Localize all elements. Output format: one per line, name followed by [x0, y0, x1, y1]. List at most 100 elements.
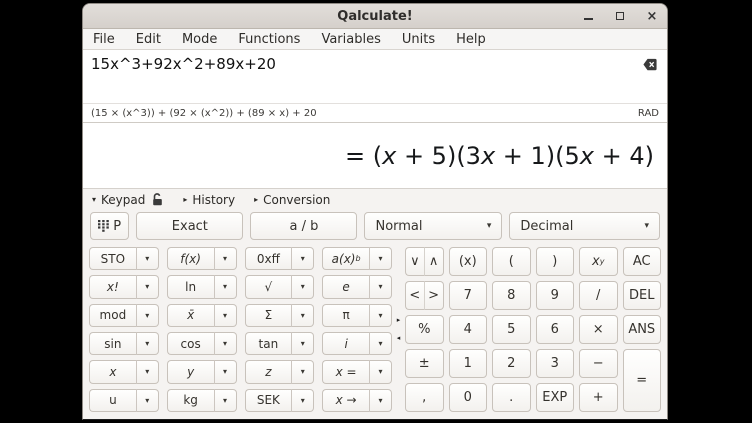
clear-input-icon[interactable] — [643, 58, 657, 71]
expression-input[interactable]: 15x^3+92x^2+89x+20 — [83, 50, 667, 103]
key-kg[interactable]: kg — [167, 389, 214, 412]
close-button[interactable]: × — [643, 7, 661, 25]
key-z-dropdown[interactable]: ▾ — [291, 360, 314, 383]
key-key[interactable]: % — [405, 315, 444, 344]
key-4[interactable]: 4 — [449, 315, 488, 344]
key-3[interactable]: 3 — [536, 349, 575, 378]
key-key[interactable]: = — [623, 349, 662, 412]
key-i-dropdown[interactable]: ▾ — [369, 332, 392, 355]
maximize-button[interactable] — [611, 7, 629, 25]
key-5[interactable]: 5 — [492, 315, 531, 344]
key-scroll-down-up-half-l[interactable]: ∨ — [405, 247, 424, 276]
menu-help[interactable]: Help — [454, 31, 488, 48]
key-scroll-down-up-half-r[interactable]: ∧ — [424, 247, 444, 276]
key-a-x-b[interactable]: a(x)b — [322, 247, 369, 270]
unlocked-padlock-icon[interactable] — [152, 193, 164, 206]
key-x-y[interactable]: xy — [579, 247, 618, 276]
angle-mode-indicator[interactable]: RAD — [638, 108, 659, 119]
output-mode-dropdown[interactable]: Normal ▾ — [364, 212, 502, 240]
key-sto-dropdown[interactable]: ▾ — [136, 247, 159, 270]
menu-variables[interactable]: Variables — [319, 31, 382, 48]
key-key-dropdown[interactable]: ▾ — [369, 304, 392, 327]
menu-file[interactable]: File — [91, 31, 117, 48]
key-key[interactable]: + — [579, 383, 618, 412]
key-0[interactable]: 0 — [449, 383, 488, 412]
key-x[interactable]: (x) — [449, 247, 488, 276]
key-2[interactable]: 2 — [492, 349, 531, 378]
key-key[interactable]: π — [322, 304, 369, 327]
key-sto[interactable]: STO — [89, 247, 136, 270]
key-tan-dropdown[interactable]: ▾ — [291, 332, 314, 355]
key-x[interactable]: x! — [89, 275, 136, 298]
key-exp[interactable]: EXP — [536, 383, 575, 412]
key-x[interactable]: x — [89, 360, 136, 383]
key-cos[interactable]: cos — [167, 332, 214, 355]
key-cos-dropdown[interactable]: ▾ — [214, 332, 237, 355]
key-f-x-dropdown[interactable]: ▾ — [214, 247, 237, 270]
key-x-dropdown[interactable]: ▾ — [136, 275, 159, 298]
key-9[interactable]: 9 — [536, 281, 575, 310]
key-e[interactable]: e — [322, 275, 369, 298]
key-x-dropdown[interactable]: ▾ — [369, 389, 392, 412]
key-i[interactable]: i — [322, 332, 369, 355]
key-sin-dropdown[interactable]: ▾ — [136, 332, 159, 355]
key-kg-dropdown[interactable]: ▾ — [214, 389, 237, 412]
programming-keypad-button[interactable]: P — [90, 212, 129, 240]
key-key[interactable]: √ — [245, 275, 292, 298]
key-y-dropdown[interactable]: ▾ — [214, 360, 237, 383]
key-ln[interactable]: ln — [167, 275, 214, 298]
key-x-dropdown[interactable]: ▾ — [136, 360, 159, 383]
key-z[interactable]: z — [245, 360, 292, 383]
key-a-x-b-dropdown[interactable]: ▾ — [369, 247, 392, 270]
key-7[interactable]: 7 — [449, 281, 488, 310]
number-base-dropdown[interactable]: Decimal ▾ — [509, 212, 660, 240]
key-cursor-left-right-half-r[interactable]: > — [424, 281, 444, 310]
menu-functions[interactable]: Functions — [236, 31, 302, 48]
key-x[interactable]: x → — [322, 389, 369, 412]
key-mod[interactable]: mod — [89, 304, 136, 327]
key-e-dropdown[interactable]: ▾ — [369, 275, 392, 298]
key-ac[interactable]: AC — [623, 247, 662, 276]
titlebar[interactable]: Qalculate! × — [83, 4, 667, 29]
key-tan[interactable]: tan — [245, 332, 292, 355]
exact-mode-button[interactable]: Exact — [136, 212, 243, 240]
key-f-x[interactable]: f(x) — [167, 247, 214, 270]
key-del[interactable]: DEL — [623, 281, 662, 310]
key-u[interactable]: u — [89, 389, 136, 412]
key-1[interactable]: 1 — [449, 349, 488, 378]
pane-expand-right-icon[interactable]: ▸ — [397, 317, 401, 324]
key-key[interactable]: , — [405, 383, 444, 412]
key-x[interactable]: x = — [322, 360, 369, 383]
menu-mode[interactable]: Mode — [180, 31, 219, 48]
key-cursor-left-right-half-l[interactable]: < — [405, 281, 424, 310]
key-key[interactable]: − — [579, 349, 618, 378]
key-ln-dropdown[interactable]: ▾ — [214, 275, 237, 298]
key-sek-dropdown[interactable]: ▾ — [291, 389, 314, 412]
key-key[interactable]: ± — [405, 349, 444, 378]
key-key[interactable]: . — [492, 383, 531, 412]
keypad-expander[interactable]: ▾ Keypad — [92, 193, 164, 207]
key-8[interactable]: 8 — [492, 281, 531, 310]
key-u-dropdown[interactable]: ▾ — [136, 389, 159, 412]
menu-edit[interactable]: Edit — [134, 31, 163, 48]
fraction-mode-button[interactable]: a / b — [250, 212, 357, 240]
key-key[interactable]: ( — [492, 247, 531, 276]
history-expander[interactable]: ▸ History — [183, 193, 235, 207]
key-ans[interactable]: ANS — [623, 315, 662, 344]
key-x[interactable]: x̄ — [167, 304, 214, 327]
key-x-dropdown[interactable]: ▾ — [214, 304, 237, 327]
key-sin[interactable]: sin — [89, 332, 136, 355]
key-0xff-dropdown[interactable]: ▾ — [291, 247, 314, 270]
key-mod-dropdown[interactable]: ▾ — [136, 304, 159, 327]
key-key-dropdown[interactable]: ▾ — [291, 304, 314, 327]
key-key[interactable]: Σ — [245, 304, 292, 327]
key-y[interactable]: y — [167, 360, 214, 383]
key-sek[interactable]: SEK — [245, 389, 292, 412]
conversion-expander[interactable]: ▸ Conversion — [254, 193, 330, 207]
key-x-dropdown[interactable]: ▾ — [369, 360, 392, 383]
key-6[interactable]: 6 — [536, 315, 575, 344]
key-key[interactable]: ) — [536, 247, 575, 276]
key-key[interactable]: / — [579, 281, 618, 310]
menu-units[interactable]: Units — [400, 31, 437, 48]
minimize-button[interactable] — [579, 7, 597, 25]
